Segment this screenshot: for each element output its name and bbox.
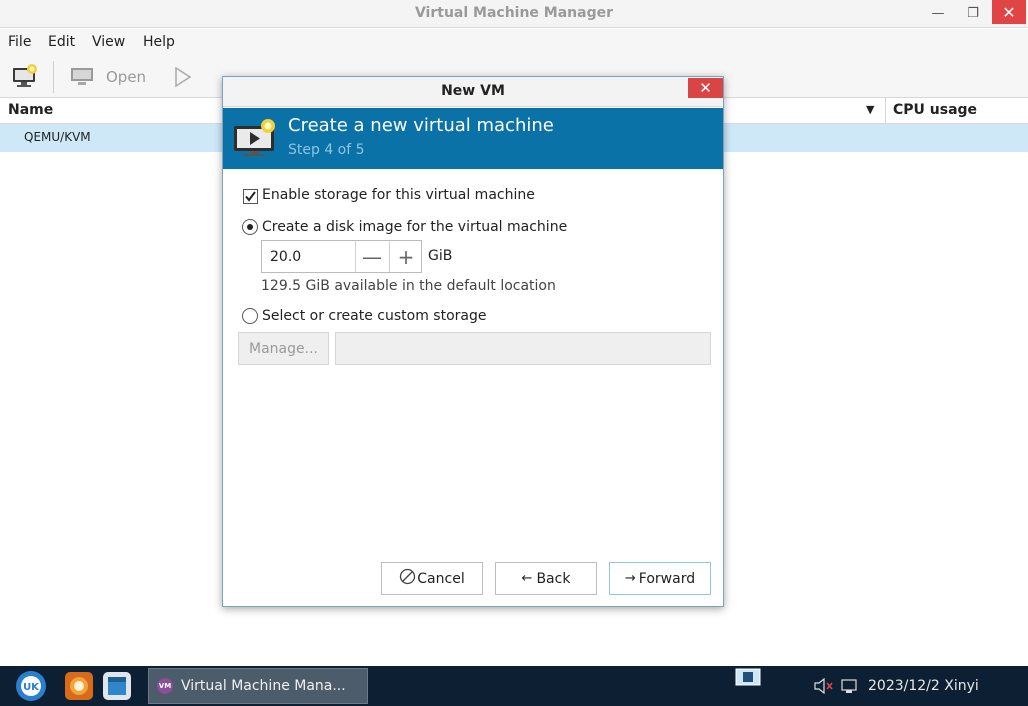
increment-button[interactable]: + [389,241,422,272]
new-vm-icon[interactable] [12,64,38,92]
connection-name: QEMU/KVM [24,130,91,144]
cancel-label: Cancel [417,570,465,587]
disk-size-input[interactable]: 20.0 [270,249,301,265]
taskbar-item-vmm[interactable]: VM Virtual Machine Mana... [148,668,368,704]
svg-text:UK: UK [23,682,40,693]
column-name[interactable]: Name [8,102,53,118]
back-label: Back [536,570,571,587]
manage-button[interactable]: Manage... [238,332,329,365]
taskbar: UK VM Virtual Machine Mana... 2023/12/2 … [0,666,1028,706]
disk-size-stepper[interactable]: 20.0 — + [261,240,422,273]
available-space-text: 129.5 GiB available in the default locat… [261,278,556,294]
new-vm-dialog: New VM ✕ Create a new virtual machine St… [222,76,724,607]
open-monitor-icon [70,67,94,91]
firefox-icon[interactable] [64,671,94,705]
storage-path-input[interactable] [335,332,711,365]
vmm-app-icon: VM [157,678,173,694]
menu-view[interactable]: View [92,34,125,50]
network-icon[interactable] [840,678,860,698]
dialog-close-button[interactable]: ✕ [688,78,723,98]
taskbar-item-label: Virtual Machine Mana... [181,678,346,694]
cancel-icon [399,568,416,589]
dialog-step-indicator: Step 4 of 5 [288,142,365,158]
window-title: Virtual Machine Manager [414,5,614,21]
enable-storage-checkbox[interactable] [243,189,258,204]
volume-muted-icon[interactable] [814,677,834,698]
forward-label: Forward [638,570,696,587]
column-menu-arrow-icon[interactable]: ▼ [866,103,874,116]
window-close-button[interactable]: ✕ [992,0,1026,24]
start-menu-icon[interactable]: UK [14,670,48,706]
dialog-header-title: Create a new virtual machine [288,115,554,136]
disk-unit-label: GiB [428,248,453,264]
minimize-button[interactable]: — [920,0,956,26]
menu-file[interactable]: File [8,34,31,50]
vmm-icon-text: VM [158,682,172,690]
custom-storage-radio[interactable] [242,308,258,324]
create-disk-radio[interactable] [242,219,258,235]
open-button[interactable]: Open [106,68,146,86]
toolbar-separator [53,61,54,93]
create-disk-label[interactable]: Create a disk image for the virtual mach… [262,219,567,235]
menu-help[interactable]: Help [143,34,175,50]
menu-edit[interactable]: Edit [48,34,75,50]
forward-button[interactable]: → Forward [609,562,711,595]
window-titlebar: Virtual Machine Manager — ❐ ✕ [0,0,1028,28]
cancel-button[interactable]: Cancel [381,562,483,595]
tray-clock-text: 2023/12/2 Xinyi [868,678,979,694]
decrement-button[interactable]: — [355,241,388,272]
arrow-right-icon: → [624,571,636,586]
custom-storage-label[interactable]: Select or create custom storage [262,308,487,324]
enable-storage-label[interactable]: Enable storage for this virtual machine [262,187,535,203]
dialog-titlebar: New VM ✕ [223,77,723,107]
column-cpu-usage[interactable]: CPU usage [893,102,977,118]
checkmark-icon [245,191,256,202]
maximize-button[interactable]: ❐ [955,0,991,26]
run-icon[interactable] [174,66,192,91]
back-button[interactable]: ← Back [495,562,597,595]
dialog-header-banner: Create a new virtual machine Step 4 of 5 [223,108,723,169]
workspace-icon[interactable] [735,668,761,690]
file-manager-icon[interactable] [102,671,132,705]
arrow-left-icon: ← [521,571,533,586]
menu-bar: File Edit View Help [0,29,1028,56]
dialog-title: New VM [441,83,505,99]
new-vm-icon [233,119,277,163]
